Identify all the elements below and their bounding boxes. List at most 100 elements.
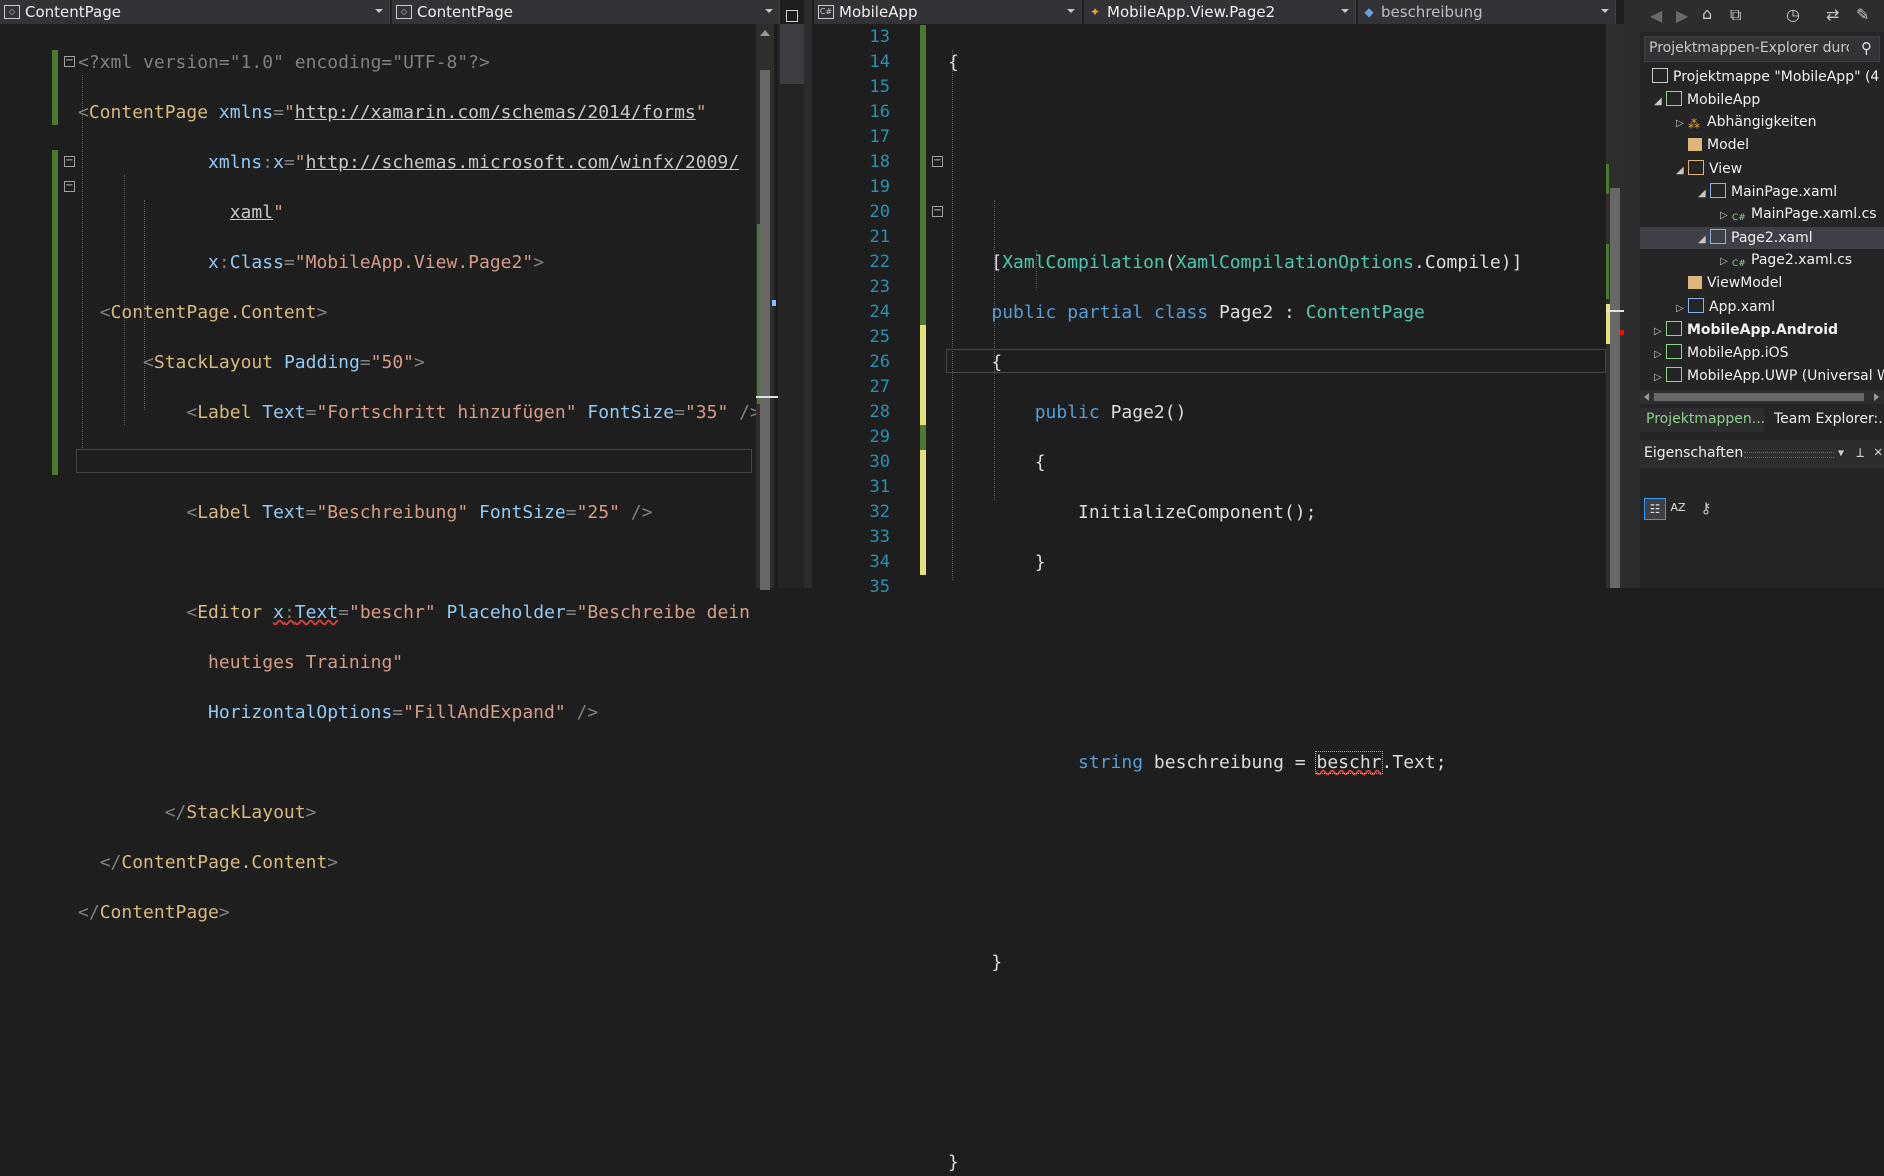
split-icon[interactable] [786,10,798,22]
line-number: 14 [869,52,890,72]
csharp-code: { [XamlCompilation(XamlCompilationOption… [948,25,1522,1176]
right-nav-dropdown[interactable]: ◇ ContentPage [392,0,780,24]
line-number: 20 [869,202,890,222]
back-icon[interactable]: ◀ [1650,6,1662,25]
code-line: { [948,350,1522,375]
code-line: heutiges Training" [208,652,404,673]
brace: { [948,52,959,73]
code-line: xmlns:x="http://schemas.microsoft.com/wi… [208,152,740,173]
line-number: 18 [869,152,890,172]
se-item-mobileapp[interactable]: ◢ MobileApp [1654,91,1760,108]
line-number: 19 [869,177,890,197]
project-dropdown[interactable]: C# MobileApp [814,0,1082,24]
brace: } [948,1152,959,1173]
left-nav-dropdown[interactable]: ◇ ContentPage [0,0,390,24]
split-grip[interactable] [778,24,804,588]
collapse-icon[interactable]: − [64,56,75,67]
csharp-project-icon [1666,367,1682,382]
categorized-icon[interactable]: ☷ [1644,498,1666,520]
vertical-scrollbar[interactable] [756,24,774,590]
se-item-ios[interactable]: ▷ MobileApp.iOS [1654,344,1789,361]
code-line: <Label Text="Beschreibung" FontSize="25"… [186,502,653,523]
scroll-left-icon[interactable] [1644,393,1649,401]
line-number: 21 [869,227,890,247]
folder-icon [1688,276,1702,289]
tab-team-explorer[interactable]: Team Explorer:... [1768,408,1884,432]
chevron-down-icon [1601,9,1609,13]
xaml-code: <?xml version="1.0" encoding="UTF-8"?> <… [78,25,761,950]
se-item-mainpage-cs[interactable]: ▷ C# MainPage.xaml.cs [1720,206,1877,226]
vertical-scrollbar[interactable] [1606,24,1624,588]
change-marker [920,25,926,325]
sync-icon[interactable]: ⇄ [1826,5,1839,24]
search-icon[interactable]: ⚲ [1861,39,1872,57]
collapsed-icon: ▷ [1654,326,1662,337]
line-number: 29 [869,427,890,447]
wrench-icon[interactable]: ✎ [1856,5,1869,24]
code-line: <ContentPage xmlns="http://xamarin.com/s… [78,102,707,123]
scroll-up-icon[interactable] [760,30,770,36]
code-line: [XamlCompilation(XamlCompilationOptions.… [991,252,1523,273]
alphabetical-icon[interactable]: AZ [1668,498,1688,518]
collapse-icon[interactable]: − [932,156,943,167]
history-icon[interactable]: ◷ [1786,5,1800,24]
se-item-app-xaml[interactable]: ▷ App.xaml [1676,298,1775,315]
code-line: x:Class="MobileApp.View.Page2"> [208,252,545,273]
code-line: public partial class Page2 : ContentPage [991,302,1425,323]
code-line: </ContentPage> [78,902,230,923]
xaml-file-icon [1688,298,1704,313]
line-number: 27 [869,377,890,397]
line-number: 32 [869,502,890,522]
scroll-right-icon[interactable] [1874,393,1879,401]
close-icon[interactable]: ✕ [1874,444,1882,460]
se-item-solution[interactable]: Projektmappe "MobileApp" (4 von 4 Projek… [1652,68,1884,85]
se-item-uwp[interactable]: ▷ MobileApp.UWP (Universal Windows) [1654,367,1884,384]
pin-icon[interactable]: ⊥ [1856,445,1864,461]
code-line: <StackLayout Padding="50"> [143,352,425,373]
scrollbar-thumb[interactable] [1610,188,1620,588]
expanded-icon: ◢ [1698,188,1706,199]
change-overview-marker [1606,164,1609,194]
scroll-position-marker [756,396,778,398]
chevron-down-icon[interactable]: ▼ [1838,448,1844,459]
se-item-page2-cs[interactable]: ▷ C# Page2.xaml.cs [1720,252,1852,272]
se-item-android[interactable]: ▷ MobileApp.Android [1654,321,1838,338]
class-label: MobileApp.View.Page2 [1107,3,1276,21]
folder-icon [1688,138,1702,151]
switch-views-icon[interactable]: ⧉ [1730,5,1741,25]
horizontal-scrollbar[interactable] [1640,390,1884,404]
class-dropdown[interactable]: ✦ MobileApp.View.Page2 [1084,0,1356,24]
tab-label: Projektmappen... [1646,411,1764,427]
se-item-page2-xaml[interactable]: ◢ Page2.xaml [1698,229,1813,246]
line-number: 31 [869,477,890,497]
collapse-icon[interactable]: − [64,181,75,192]
collapsed-icon: ▷ [1676,303,1684,314]
scrollbar-thumb[interactable] [1654,393,1864,401]
expanded-icon: ◢ [1654,96,1662,107]
collapse-icon[interactable]: − [64,156,75,167]
se-item-model[interactable]: Model [1676,137,1749,153]
forward-icon[interactable]: ▶ [1676,6,1688,25]
scrollbar-thumb[interactable] [760,70,770,590]
collapse-icon[interactable]: − [932,206,943,217]
tab-label: Team Explorer:... [1774,411,1884,427]
csharp-project-icon: C# [818,5,834,19]
home-icon[interactable]: ⌂ [1702,4,1712,23]
code-line: public Page2() [1034,402,1187,423]
splitter-knob[interactable] [780,24,804,84]
code-line: <?xml version="1.0" encoding="UTF-8"?> [78,50,761,75]
se-item-mainpage-xaml[interactable]: ◢ MainPage.xaml [1698,183,1837,200]
se-item-dependencies[interactable]: ▷ ⁂ Abhängigkeiten [1676,114,1817,131]
xaml-file-icon [1710,183,1726,198]
property-pages-icon[interactable]: ⚷ [1696,498,1716,518]
se-item-view[interactable]: ◢ View [1676,160,1742,177]
se-search-box[interactable]: Projektmappen-Explorer durchsuchen ⚲ [1644,36,1880,62]
tab-solution-explorer[interactable]: Projektmappen... [1640,408,1764,432]
tree-item-label: MainPage.xaml [1731,184,1838,200]
se-item-viewmodel[interactable]: ViewModel [1676,275,1782,291]
member-dropdown[interactable]: ◆ beschreibung [1358,0,1616,24]
